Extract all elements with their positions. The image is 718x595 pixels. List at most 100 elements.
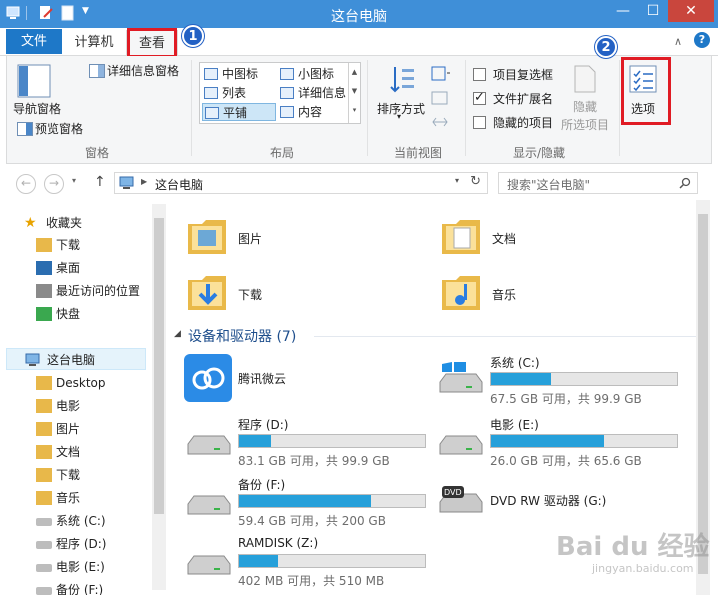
drive-tile[interactable]: DVD DVD RW 驱动器 (G:) [436, 474, 686, 530]
collapse-section-icon[interactable]: ◢ [174, 329, 181, 339]
add-columns-icon[interactable] [431, 90, 449, 106]
devices-section-header[interactable]: ◢ 设备和驱动器 (7) [174, 326, 704, 346]
drive-tile[interactable]: 备份 (F:) 59.4 GB 可用，共 200 GB [184, 474, 434, 530]
nav-this-pc-item[interactable]: 图片 [6, 418, 146, 440]
nav-this-pc-item[interactable]: 备份 (F:) [6, 579, 146, 595]
nav-this-pc-item[interactable]: 音乐 [6, 487, 146, 509]
layout-details[interactable]: 详细信息 [278, 84, 348, 102]
file-extensions-checkbox[interactable] [473, 90, 486, 105]
layout-item-label: 平铺 [223, 106, 248, 120]
layout-item-label: 中图标 [222, 67, 259, 81]
address-bar[interactable]: ▶ 这台电脑 ▾ ↻ [114, 172, 488, 194]
nav-this-pc-item[interactable]: 系统 (C:) [6, 510, 146, 532]
hidden-items-checkbox[interactable] [473, 116, 486, 129]
folder-tile[interactable]: 音乐 [440, 270, 670, 318]
hard-drive-icon [187, 435, 231, 455]
group-separator [191, 60, 192, 156]
back-button[interactable]: ← [16, 174, 36, 194]
folder-tile[interactable]: 文档 [440, 214, 670, 262]
nav-label: 电影 (E:) [56, 560, 105, 574]
nav-label: 程序 (D:) [56, 537, 107, 551]
drive-space-info: 83.1 GB 可用，共 99.9 GB [238, 454, 390, 468]
nav-this-pc-item[interactable]: Desktop [6, 372, 146, 394]
nav-this-pc-item[interactable]: 电影 (E:) [6, 556, 146, 578]
tiles-icon [205, 107, 219, 119]
nav-label: 备份 (F:) [56, 583, 104, 595]
drive-tile[interactable]: 系统 (C:) 67.5 GB 可用，共 99.9 GB [436, 352, 686, 408]
forward-button[interactable]: → [44, 174, 64, 194]
nav-this-pc-item[interactable]: 文档 [6, 441, 146, 463]
content-scrollbar-thumb[interactable] [698, 214, 708, 574]
navigation-pane-button[interactable]: 导航窗格 [13, 100, 61, 117]
desktop-icon [36, 261, 52, 275]
folder-tile[interactable]: 下载 [186, 270, 416, 318]
nav-this-pc-item[interactable]: 下载 [6, 464, 146, 486]
size-columns-icon[interactable] [431, 114, 449, 130]
refresh-icon[interactable]: ↻ [470, 174, 481, 189]
callout-badge-1: 1 [182, 25, 204, 47]
close-button[interactable]: ✕ [668, 0, 714, 22]
up-button[interactable]: ↑ [94, 174, 106, 190]
drive-usage-bar [490, 434, 678, 448]
address-dropdown-icon[interactable]: ▾ [455, 176, 459, 185]
tab-computer[interactable]: 计算机 [68, 30, 120, 56]
details-pane-button[interactable]: 详细信息窗格 [107, 62, 179, 79]
nav-this-pc-item[interactable]: 电影 [6, 395, 146, 417]
group-by-icon[interactable] [431, 66, 451, 82]
nav-favorites[interactable]: ★ 收藏夹 [6, 212, 146, 234]
drive-usage-bar [490, 372, 678, 386]
help-icon[interactable]: ? [694, 32, 710, 48]
drive-icon [36, 541, 52, 549]
drive-tile[interactable]: 腾讯微云 [184, 352, 434, 408]
recent-locations-icon[interactable]: ▾ [72, 176, 76, 185]
hide-selected-button[interactable]: 所选项目 [561, 116, 609, 133]
downloads-folder-icon [188, 276, 226, 310]
nav-this-pc[interactable]: 这台电脑 [6, 348, 146, 370]
tab-file[interactable]: 文件 [6, 29, 62, 54]
nav-scrollbar[interactable] [152, 204, 166, 590]
nav-this-pc-item[interactable]: 程序 (D:) [6, 533, 146, 555]
search-icon[interactable] [679, 177, 691, 189]
nav-label: 电影 [56, 399, 81, 413]
drive-usage-bar [238, 494, 426, 508]
item-checkboxes-checkbox[interactable] [473, 68, 486, 81]
group-separator [465, 60, 466, 156]
nav-label: 文档 [56, 445, 81, 459]
layout-small-icons[interactable]: 小图标 [278, 65, 348, 83]
layout-item-label: 小图标 [298, 67, 335, 81]
nav-favorite-item[interactable]: 桌面 [6, 257, 146, 279]
download-folder-icon [36, 238, 52, 252]
layout-medium-icons[interactable]: 中图标 [202, 65, 276, 83]
address-path[interactable]: 这台电脑 [155, 176, 203, 193]
collapse-ribbon-icon[interactable]: ∧ [674, 35, 682, 48]
drive-usage-fill [491, 373, 551, 385]
maximize-button[interactable]: ☐ [638, 0, 668, 22]
sort-by-dropdown-icon[interactable]: ▾ [397, 112, 401, 121]
drive-tile[interactable]: 电影 (E:) 26.0 GB 可用，共 65.6 GB [436, 414, 686, 470]
layout-gallery-scroll[interactable]: ▲ ▼ ▾ [348, 63, 360, 123]
layout-tiles[interactable]: 平铺 [202, 103, 276, 121]
drive-tile[interactable]: 程序 (D:) 83.1 GB 可用，共 99.9 GB [184, 414, 434, 470]
drive-icon [36, 587, 52, 595]
nav-scrollbar-thumb[interactable] [154, 218, 164, 514]
drive-usage-bar [238, 434, 426, 448]
drive-name: 腾讯微云 [238, 372, 287, 386]
nav-favorite-item[interactable]: 下载 [6, 234, 146, 256]
drive-space-info: 59.4 GB 可用，共 200 GB [238, 514, 386, 528]
search-input[interactable]: 搜索"这台电脑" [498, 172, 698, 194]
drive-usage-fill [491, 435, 604, 447]
group-separator [367, 60, 368, 156]
nav-label: 系统 (C:) [56, 514, 106, 528]
folder-tile[interactable]: 图片 [186, 214, 416, 262]
nav-favorite-item[interactable]: 最近访问的位置 [6, 280, 146, 302]
nav-favorite-item[interactable]: 快盘 [6, 303, 146, 325]
layout-content[interactable]: 内容 [278, 103, 348, 121]
preview-pane-button[interactable]: 预览窗格 [35, 120, 83, 137]
layout-list[interactable]: 列表 [202, 84, 276, 102]
hide-selected-line1: 隐藏 [573, 100, 598, 114]
drive-tile[interactable]: RAMDISK (Z:) 402 MB 可用，共 510 MB [184, 534, 434, 590]
weiyun-icon [184, 354, 232, 402]
breadcrumb-separator-icon: ▶ [141, 177, 148, 186]
minimize-button[interactable]: — [608, 0, 638, 22]
drive-name: 程序 (D:) [238, 418, 289, 432]
